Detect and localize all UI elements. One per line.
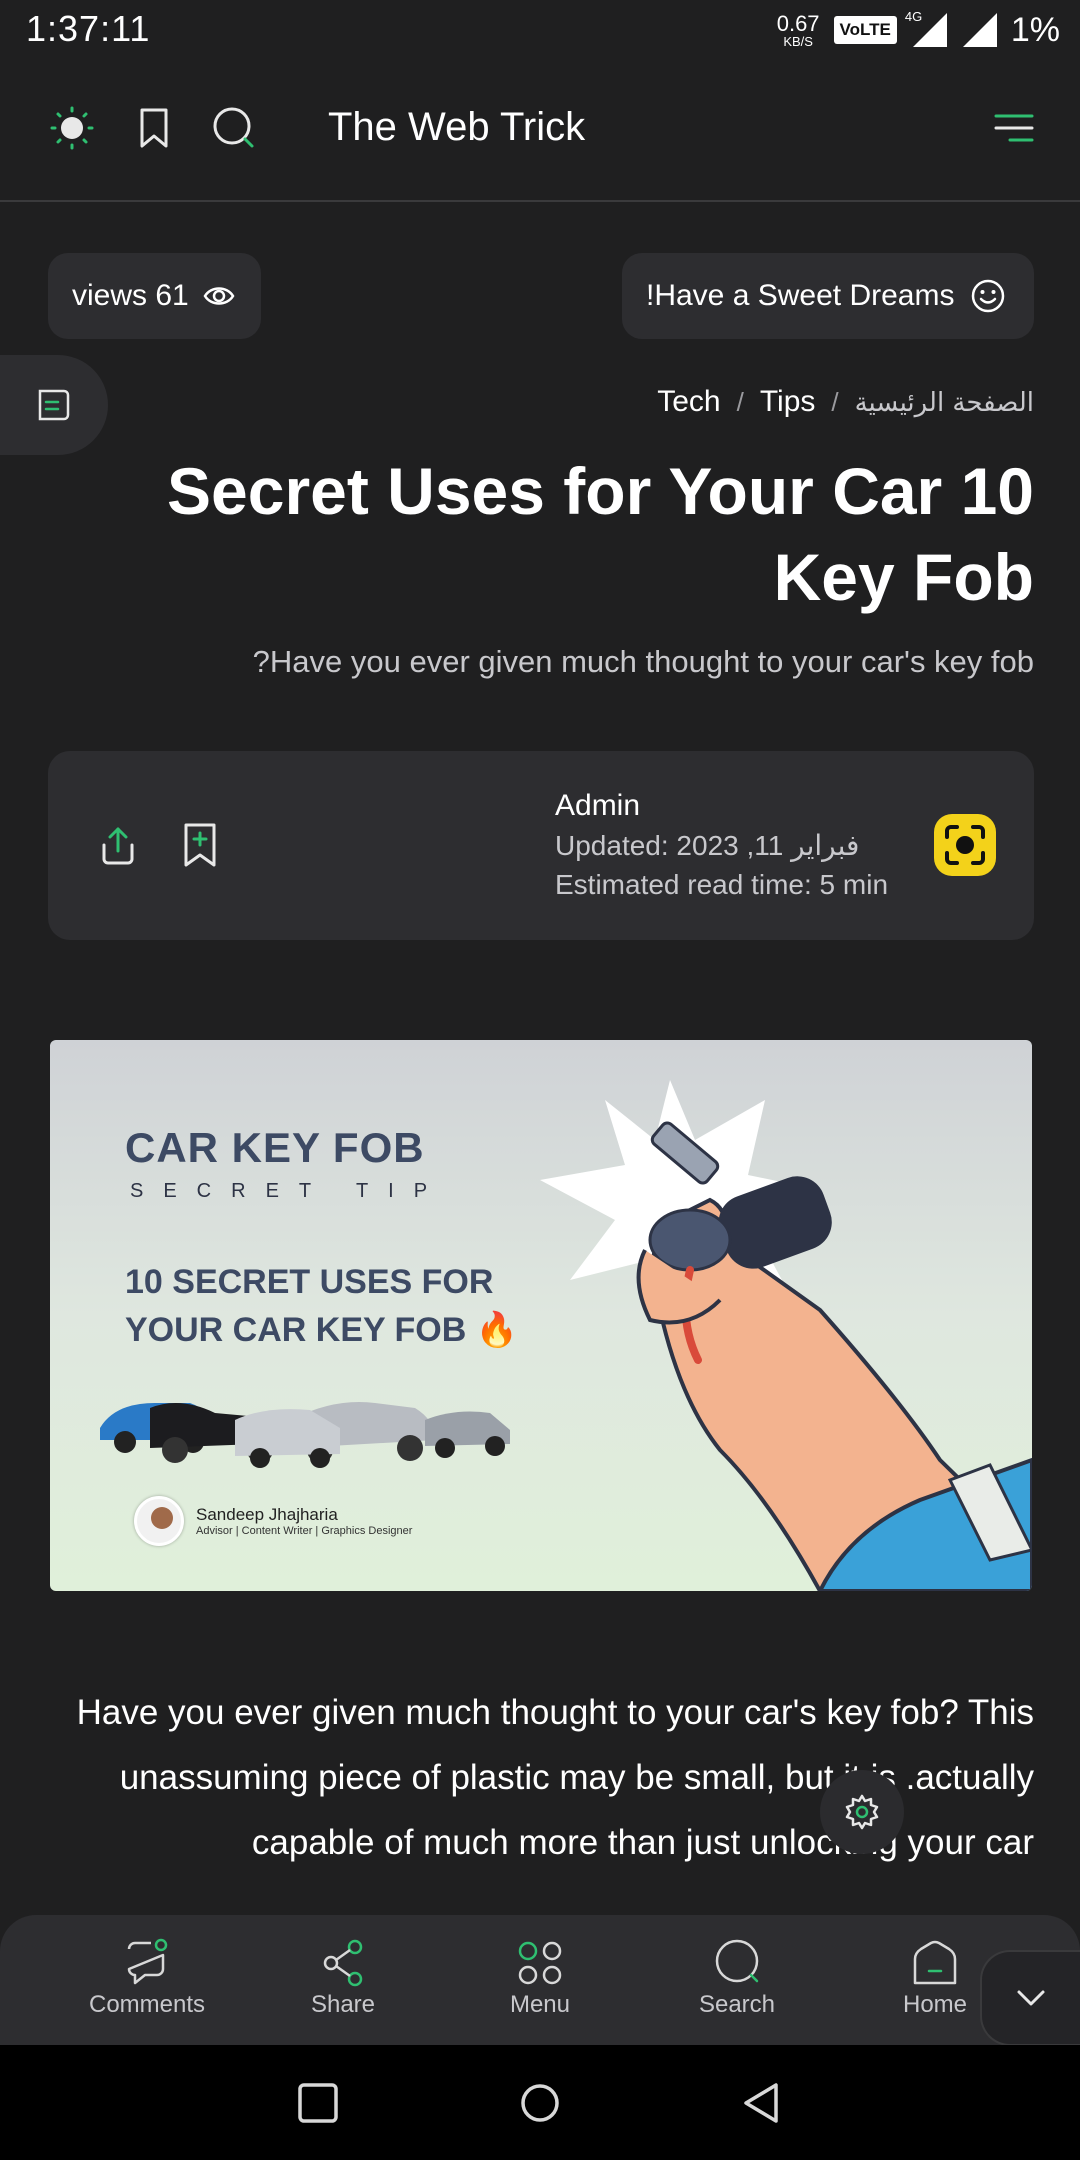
hand-holding-key-fob-illustration [540, 1080, 1032, 1591]
nav-search-label: Search [698, 1991, 776, 2018]
menu-grid-icon [518, 1941, 562, 1985]
collapse-nav-button[interactable] [980, 1950, 1080, 2046]
greeting-text: !Have a Sweet Dreams [646, 279, 955, 312]
search-icon[interactable] [210, 104, 258, 152]
hero-author-name: Sandeep Jhajharia [196, 1505, 338, 1524]
volte-badge: VoLTE [833, 16, 897, 44]
status-bar: 1:37:11 0.67 KB/S VoLTE 4G 1% [0, 0, 1080, 60]
breadcrumb-tech[interactable]: Tech [657, 385, 720, 419]
article-subtitle: ?Have you ever given much thought to you… [252, 644, 1034, 679]
toc-icon [38, 389, 70, 421]
read-time: Estimated read time: 5 min [555, 869, 889, 900]
bookmark-add-icon[interactable] [178, 821, 222, 869]
recent-apps-icon[interactable] [296, 2081, 340, 2125]
nav-comments[interactable]: Comments [72, 1937, 222, 2019]
hero-headline: 10 SECRET USES FOR YOUR CAR KEY FOB 🔥 [125, 1258, 518, 1354]
views-label: views 61 [72, 279, 189, 312]
hero-author: Sandeep Jhajharia Advisor | Content Writ… [134, 1496, 412, 1546]
gear-icon [845, 1794, 879, 1830]
camera-focus-icon [945, 825, 985, 865]
share-icon [323, 1939, 363, 1987]
comment-icon [127, 1938, 168, 1985]
back-triangle-icon[interactable] [740, 2081, 784, 2125]
nav-comments-label: Comments [88, 1991, 206, 2018]
hero-author-role: Advisor | Content Writer | Graphics Desi… [196, 1525, 413, 1537]
settings-fab[interactable] [820, 1770, 904, 1854]
site-title[interactable]: The Web Trick [328, 105, 585, 150]
search-icon [715, 1939, 759, 1983]
author-name[interactable]: Admin [555, 789, 640, 823]
status-time: 1:37:11 [26, 8, 151, 49]
article-title: Secret Uses for Your Car 10 Key Fob [167, 454, 1034, 614]
nav-search[interactable]: Search [662, 1937, 812, 2019]
share-upload-icon[interactable] [94, 821, 142, 869]
nav-menu[interactable]: Menu [465, 1937, 615, 2019]
article-meta-card: Admin Updated: 2023 ,11 فبراير Estimated… [48, 751, 1034, 940]
nav-share-label: Share [310, 1991, 376, 2018]
breadcrumb-tips[interactable]: Tips [760, 385, 816, 419]
signal-icon [961, 13, 997, 47]
battery-level: 1% [1010, 10, 1060, 49]
hamburger-menu-icon[interactable] [992, 108, 1036, 148]
hero-headline-line2: YOUR CAR KEY FOB 🔥 [125, 1311, 519, 1349]
home-circle-icon[interactable] [518, 2081, 562, 2125]
eye-icon [203, 287, 235, 305]
status-indicators: 0.67 KB/S VoLTE 4G 1% [777, 8, 1060, 52]
greeting-pill: !Have a Sweet Dreams [622, 253, 1034, 339]
home-icon [913, 1940, 957, 1985]
network-speed-unit: KB/S [783, 33, 813, 49]
nav-menu-label: Menu [509, 1991, 571, 2018]
hero-tagline: SECRET TIP [130, 1180, 448, 1202]
hero-author-text: Sandeep Jhajharia Advisor | Content Writ… [196, 1505, 412, 1537]
views-counter: views 61 [48, 253, 261, 339]
smile-icon [972, 279, 1005, 313]
article-hero-image: CAR KEY FOB SECRET TIP 10 SECRET USES FO… [50, 1040, 1032, 1591]
breadcrumb-separator: / [736, 387, 744, 417]
breadcrumb-home[interactable]: الصفحة الرئيسية [855, 388, 1034, 418]
hero-author-photo [134, 1496, 184, 1546]
hero-heading: CAR KEY FOB [125, 1124, 425, 1171]
theme-toggle-sun-icon[interactable] [48, 104, 96, 152]
system-navigation-bar [0, 2045, 1080, 2160]
author-avatar[interactable] [934, 814, 996, 876]
nav-share[interactable]: Share [268, 1937, 418, 2019]
breadcrumb-separator: / [831, 387, 839, 417]
breadcrumb: Tech / Tips / الصفحة الرئيسية [657, 385, 1034, 419]
updated-date: Updated: 2023 ,11 فبراير [555, 830, 860, 861]
network-speed-value: 0.67 [776, 10, 820, 36]
cars-illustration [100, 1402, 510, 1468]
table-of-contents-tab[interactable] [0, 355, 108, 455]
bookmark-icon[interactable] [130, 104, 178, 152]
site-header: The Web Trick [0, 60, 1080, 202]
bottom-navigation: Comments Share Menu Search Home [0, 1915, 1080, 2045]
signal-4g-icon: 4G [905, 9, 947, 47]
hero-headline-line1: 10 SECRET USES FOR [125, 1263, 494, 1301]
nav-home-label: Home [902, 1991, 968, 2018]
network-speed: 0.67 KB/S [776, 10, 820, 49]
chevron-down-icon [1017, 1990, 1045, 2006]
network-type: 4G [904, 9, 923, 24]
